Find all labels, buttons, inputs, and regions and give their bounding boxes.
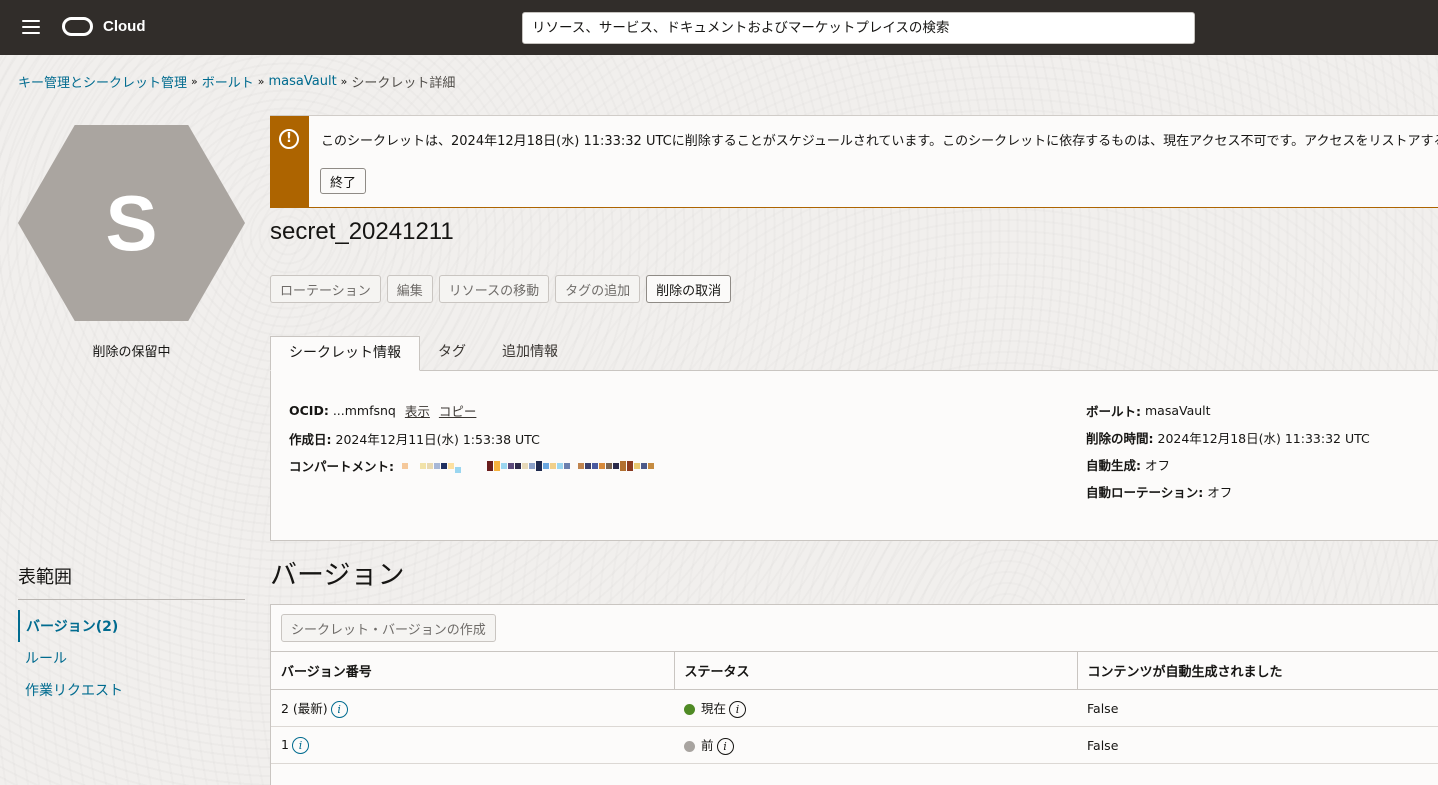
ocid-value: ...mmfsnq: [332, 403, 396, 418]
menu-icon[interactable]: [22, 20, 40, 34]
breadcrumb-current: シークレット詳細: [351, 76, 456, 91]
compartment-label: コンパートメント:: [289, 459, 394, 474]
divider: [18, 599, 245, 600]
status-cell: 前i: [674, 726, 1077, 764]
brand-label: Cloud: [103, 18, 146, 35]
info-icon[interactable]: i: [716, 738, 734, 755]
info-icon[interactable]: i: [291, 736, 309, 754]
secret-info-panel: OCID: ...mmfsnq 表示 コピー 作成日: 2024年12月11日(…: [270, 370, 1438, 541]
tab-additional-info[interactable]: 追加情報: [484, 336, 576, 371]
detail-tabs: シークレット情報 タグ 追加情報: [270, 336, 576, 371]
auto-rotation-value: オフ: [1207, 485, 1233, 500]
resource-hexagon: S: [18, 125, 245, 321]
rotate-button[interactable]: ローテーション: [270, 275, 381, 303]
cancel-deletion-button[interactable]: 削除の取消: [646, 275, 732, 303]
add-tags-button[interactable]: タグの追加: [555, 275, 641, 303]
status-text: 前: [701, 738, 714, 753]
auto-generation-value: オフ: [1145, 458, 1171, 473]
ocid-label: OCID:: [289, 403, 329, 418]
status-current-dot-icon: [684, 704, 695, 715]
vault-row: ボールト: masaVault: [1086, 401, 1211, 420]
alert-message: このシークレットは、2024年12月18日(水) 11:33:32 UTCに削除…: [321, 134, 1438, 149]
versions-table: バージョン番号 ステータス コンテンツが自動生成されました 2 (最新) i 現在…: [271, 651, 1438, 764]
oracle-cloud-logo[interactable]: Cloud: [62, 17, 146, 36]
versions-heading: バージョン: [270, 560, 405, 591]
created-row: 作成日: 2024年12月11日(水) 1:53:38 UTC: [289, 429, 540, 448]
auto-generated-cell: False: [1077, 726, 1438, 764]
created-value: 2024年12月11日(水) 1:53:38 UTC: [335, 432, 540, 447]
ocid-show-link[interactable]: 表示: [405, 401, 430, 420]
auto-rotation-row: 自動ローテーション: オフ: [1086, 482, 1232, 501]
deletion-time-label: 削除の時間:: [1086, 431, 1154, 446]
resource-initial: S: [105, 178, 158, 267]
scope-item-rules[interactable]: ルール: [18, 642, 245, 674]
info-icon[interactable]: i: [729, 701, 747, 718]
search-input[interactable]: [522, 12, 1195, 44]
column-header-version[interactable]: バージョン番号: [271, 651, 674, 690]
info-icon[interactable]: i: [330, 701, 348, 718]
breadcrumb-vault-name[interactable]: masaVault: [269, 74, 337, 89]
version-cell: 2 (最新) i: [271, 689, 674, 727]
ocid-copy-link[interactable]: コピー: [439, 401, 477, 420]
tab-secret-info[interactable]: シークレット情報: [270, 336, 420, 371]
auto-generation-row: 自動生成: オフ: [1086, 455, 1170, 474]
deletion-time-row: 削除の時間: 2024年12月18日(水) 11:33:32 UTC: [1086, 428, 1370, 447]
vault-value: masaVault: [1145, 403, 1211, 418]
version-number: 1: [281, 736, 289, 752]
move-resource-button[interactable]: リソースの移動: [438, 275, 550, 303]
page-title: secret_20241211: [270, 218, 454, 245]
column-header-auto-generated[interactable]: コンテンツが自動生成されました: [1076, 651, 1438, 690]
table-row: 1i 前i False: [271, 726, 1438, 764]
status-previous-dot-icon: [684, 741, 695, 752]
deletion-warning-banner: ! このシークレットは、2024年12月18日(水) 11:33:32 UTCに…: [270, 115, 1438, 208]
breadcrumb-vaults[interactable]: ボールト: [202, 72, 254, 91]
edit-button[interactable]: 編集: [386, 275, 433, 303]
breadcrumb-separator: »: [257, 75, 265, 88]
breadcrumb-separator: »: [191, 75, 198, 88]
action-toolbar: ローテーション 編集 リソースの移動 タグの追加 削除の取消: [270, 275, 737, 303]
version-cell: 1i: [271, 726, 674, 764]
scope-nav: バージョン(2) ルール 作業リクエスト: [18, 610, 245, 706]
top-navigation-bar: Cloud: [0, 0, 1438, 55]
alert-bar: !: [270, 116, 309, 208]
compartment-row: コンパートメント:: [289, 456, 655, 475]
table-row: 2 (最新) i 現在 i False: [271, 689, 1438, 727]
breadcrumb-key-management[interactable]: キー管理とシークレット管理: [18, 72, 187, 91]
version-number: 2 (最新): [281, 701, 328, 716]
deletion-time-value: 2024年12月18日(水) 11:33:32 UTC: [1157, 431, 1370, 446]
ocid-row: OCID: ...mmfsnq 表示 コピー: [289, 401, 476, 420]
warning-icon: !: [279, 129, 299, 149]
auto-rotation-label: 自動ローテーション:: [1086, 485, 1204, 500]
dismiss-button[interactable]: 終了: [320, 168, 367, 194]
column-header-status[interactable]: ステータス: [673, 651, 1077, 690]
versions-panel: シークレット・バージョンの作成 バージョン番号 ステータス コンテンツが自動生成…: [270, 604, 1438, 785]
auto-generation-label: 自動生成:: [1086, 458, 1141, 473]
create-version-button[interactable]: シークレット・バージョンの作成: [281, 614, 496, 642]
status-cell: 現在 i: [674, 689, 1077, 727]
scope-heading: 表範囲: [18, 567, 72, 588]
scope-item-work-requests[interactable]: 作業リクエスト: [18, 674, 245, 706]
breadcrumb-separator: »: [340, 75, 348, 88]
oracle-logo-icon: [62, 17, 93, 36]
auto-generated-cell: False: [1077, 689, 1438, 727]
vault-label: ボールト:: [1086, 404, 1141, 419]
breadcrumb: キー管理とシークレット管理 » ボールト » masaVault » シークレッ…: [18, 72, 455, 91]
lifecycle-state: 削除の保留中: [92, 345, 171, 360]
table-header-row: バージョン番号 ステータス コンテンツが自動生成されました: [271, 651, 1438, 690]
redacted-compartment-value[interactable]: [402, 459, 655, 473]
tab-tags[interactable]: タグ: [420, 336, 484, 371]
scope-item-versions[interactable]: バージョン(2): [18, 610, 245, 642]
status-text: 現在: [701, 701, 727, 716]
created-label: 作成日:: [289, 432, 332, 447]
